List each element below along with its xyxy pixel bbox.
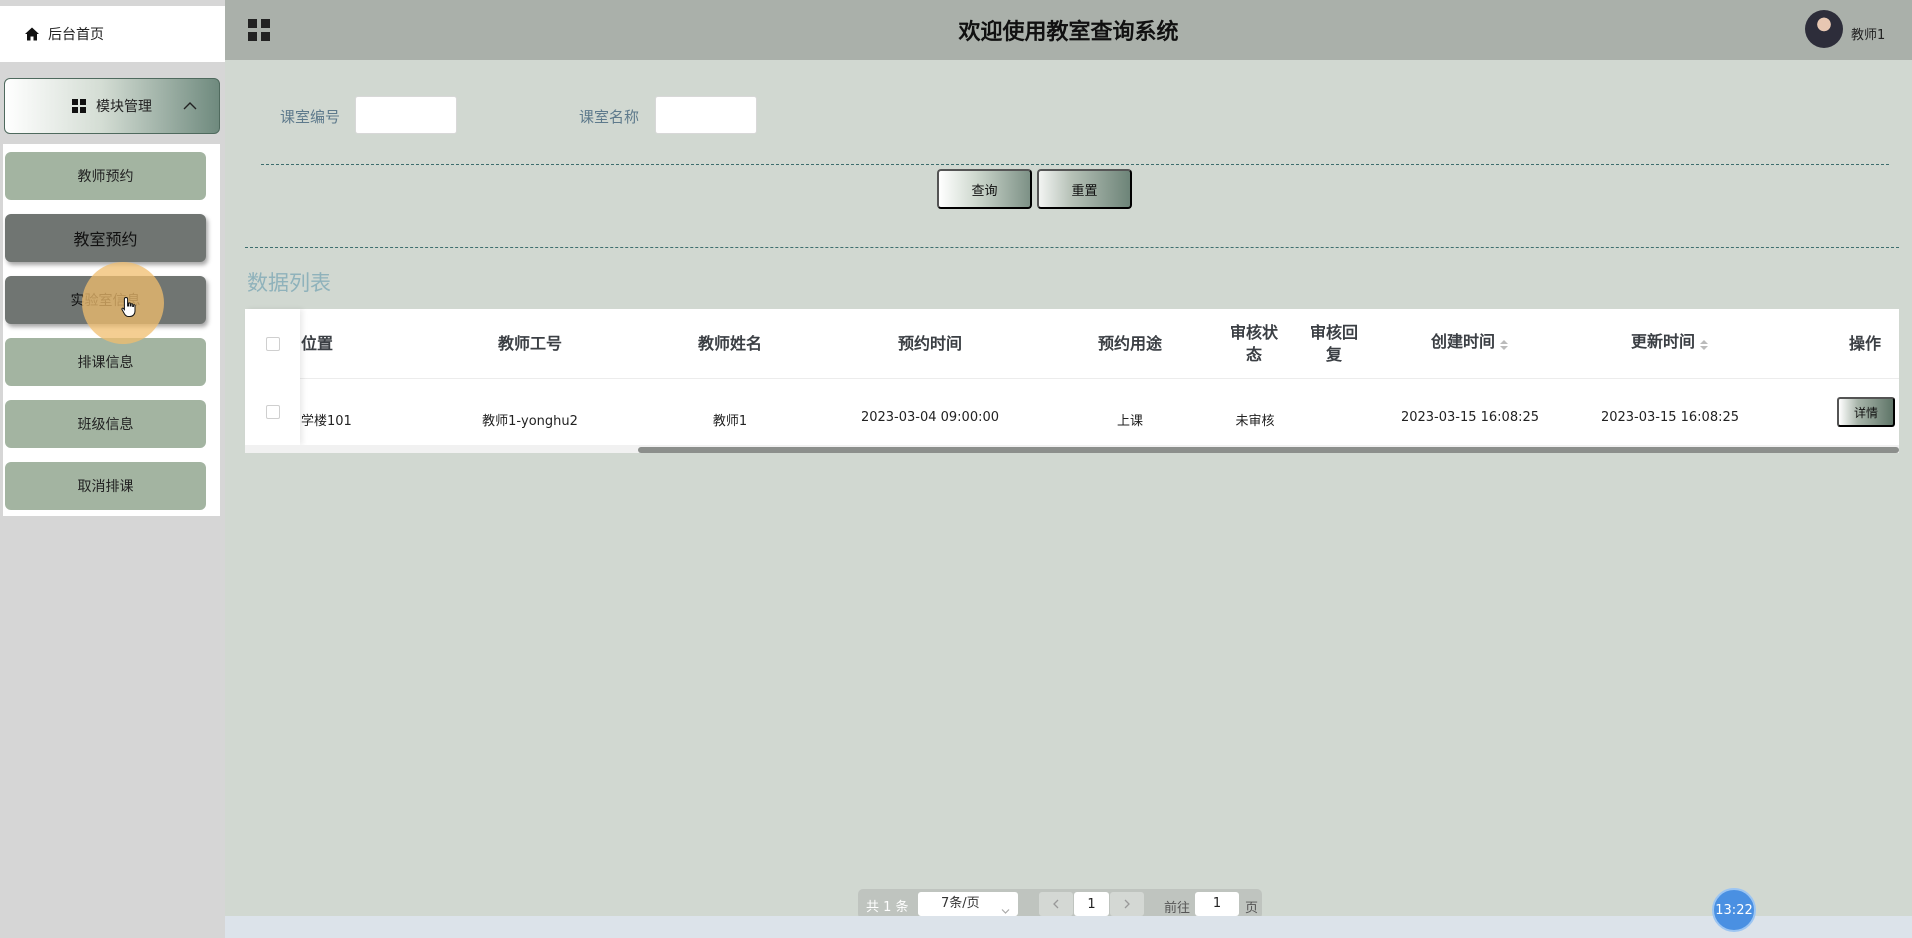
cell-reserve-time: 2023-03-04 09:00:00 [860,410,1000,425]
detail-button[interactable]: 详情 [1837,397,1895,427]
col-header-purpose: 预约用途 [1097,334,1162,353]
col-header-status: 审核状态 [1230,323,1279,364]
avatar[interactable] [1805,10,1843,48]
sidebar-item-lab-info[interactable]: 实验室信息 [5,276,206,324]
cell-status: 未审核 [1235,414,1275,429]
main-panel: 课室编号 课室名称 查询 重置 数据列表 位置 教师工号 教师姓名 预约时间 预… [225,60,1912,919]
col-header-created[interactable]: 创建时间 [1400,331,1540,353]
sidebar-item-classroom-reservation[interactable]: 教室预约 [5,214,206,262]
col-header-teacher-name: 教师姓名 [697,334,762,353]
username-label[interactable]: 教师1 [1851,24,1885,43]
bottom-band [225,916,1912,938]
col-header-teacher-no: 教师工号 [497,334,562,353]
pagination: 共 1 条 7条/页 1 前往 1 页 [858,889,1262,919]
select-all-checkbox[interactable] [266,337,280,351]
sidebar-module-toggle[interactable]: 模块管理 [4,78,220,134]
col-header-action: 操作 [1848,334,1881,353]
list-divider [245,247,1899,248]
sidebar-submenu: 教师预约 教室预约 实验室信息 排课信息 班级信息 取消排课 [3,144,220,516]
chevron-down-icon [1001,900,1010,914]
top-header: 欢迎使用教室查询系统 教师1 [225,0,1912,60]
chevron-up-icon [183,99,197,113]
current-page[interactable]: 1 [1074,892,1109,916]
chevron-left-icon [1053,899,1059,909]
page-suffix: 页 [1245,901,1259,916]
room-no-label: 课室编号 [280,108,341,126]
room-name-label: 课室名称 [579,108,640,126]
search-divider [261,164,1889,165]
goto-label: 前往 [1164,901,1191,916]
table-header: 位置 教师工号 教师姓名 预约时间 预约用途 审核状态 审核回复 创建时间 更新… [245,309,1899,379]
hand-cursor-icon [120,296,140,318]
row-checkbox[interactable] [266,405,280,419]
sidebar-item-cancel-schedule[interactable]: 取消排课 [5,462,206,510]
data-list-title: 数据列表 [247,271,331,295]
sidebar-item-label: 排课信息 [77,355,134,371]
col-header-updated-label: 更新时间 [1630,332,1695,351]
page-size-value: 7条/页 [941,896,980,911]
col-header-location: 位置 [301,334,334,353]
sidebar-home-link[interactable]: 后台首页 [0,6,225,62]
room-no-input[interactable] [355,96,457,134]
sidebar-item-class-info[interactable]: 班级信息 [5,400,206,448]
clock-widget[interactable]: 13:22 [1712,888,1756,932]
next-page-button[interactable] [1110,892,1144,916]
cell-updated: 2023-03-15 16:08:25 [1600,410,1740,425]
pagination-total: 共 1 条 [866,900,909,915]
page-size-select[interactable]: 7条/页 [918,892,1018,916]
page-title: 欢迎使用教室查询系统 [958,20,1179,45]
sidebar-item-schedule-info[interactable]: 排课信息 [5,338,206,386]
sidebar-item-label: 班级信息 [77,417,134,433]
cell-teacher-no: 教师1-yonghu2 [482,414,578,429]
col-header-created-label: 创建时间 [1430,332,1495,351]
data-table: 位置 教师工号 教师姓名 预约时间 预约用途 审核状态 审核回复 创建时间 更新… [245,309,1899,453]
chevron-right-icon [1124,899,1130,909]
col-header-updated[interactable]: 更新时间 [1600,331,1740,353]
sidebar-item-label: 教室预约 [73,230,138,249]
col-header-reserve-time: 预约时间 [897,334,962,353]
query-button[interactable]: 查询 [937,169,1032,209]
goto-page-input[interactable]: 1 [1195,892,1239,916]
horizontal-scrollbar-thumb[interactable] [638,447,1899,453]
prev-page-button[interactable] [1039,892,1073,916]
sidebar-home-label: 后台首页 [48,27,104,43]
reset-button[interactable]: 重置 [1037,169,1132,209]
home-icon [24,26,40,42]
fixed-selection-column [245,309,300,445]
sort-icon[interactable] [1499,336,1509,350]
col-header-reply: 审核回复 [1310,323,1359,364]
sort-icon[interactable] [1699,336,1709,350]
cell-purpose: 上课 [1116,414,1143,429]
room-name-input[interactable] [655,96,757,134]
grid-icon [72,99,86,113]
sidebar-module-label: 模块管理 [96,99,152,115]
cell-teacher-name: 教师1 [712,414,748,429]
sidebar-item-label: 教师预约 [77,169,134,185]
cell-created: 2023-03-15 16:08:25 [1400,410,1540,425]
cell-location: 学楼101 [301,414,352,429]
sidebar: 后台首页 模块管理 教师预约 教室预约 实验室信息 排课信息 班级信息 取消排课 [0,0,225,938]
sidebar-item-label: 取消排课 [77,479,134,495]
sidebar-item-teacher-reservation[interactable]: 教师预约 [5,152,206,200]
